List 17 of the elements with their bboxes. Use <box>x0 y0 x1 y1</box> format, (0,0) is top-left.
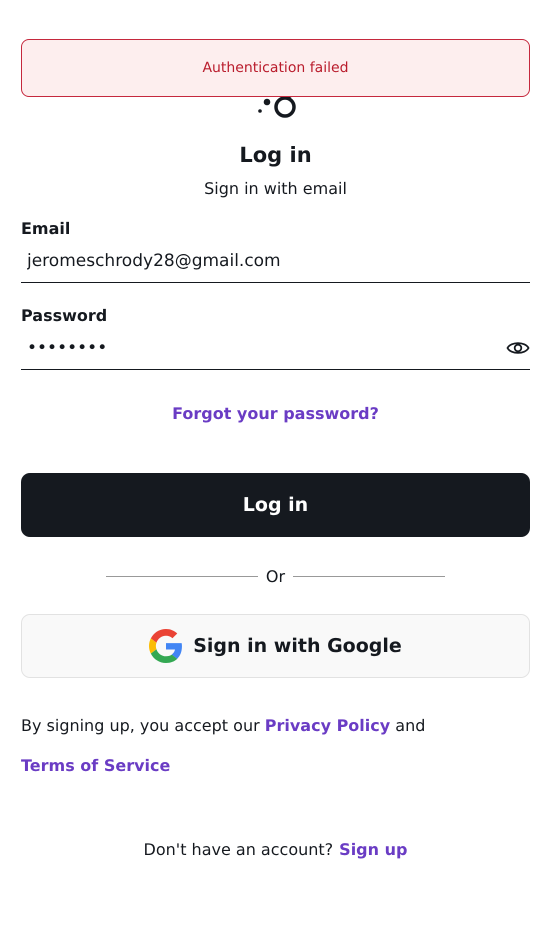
forgot-password-link[interactable]: Forgot your password? <box>172 404 379 423</box>
page-title: Log in <box>238 142 313 169</box>
password-field[interactable]: •••••••• <box>21 338 506 358</box>
legal-text: By signing up, you accept our Privacy Policy and Terms of Service <box>21 715 426 777</box>
field-label: Password <box>21 305 108 327</box>
google-icon <box>149 629 184 663</box>
signup-prompt: Don't have an account? <box>144 840 334 859</box>
error-toast: Authentication failed <box>21 39 530 97</box>
privacy-policy-link[interactable]: Privacy Policy <box>264 716 390 735</box>
terms-of-service-link[interactable]: Terms of Service <box>21 756 170 775</box>
email-field[interactable]: jeromeschrody28@gmail.com <box>21 251 530 271</box>
divider-text: Or <box>266 567 286 586</box>
sign-up-link[interactable]: Sign up <box>339 840 408 859</box>
field-label: Email <box>21 218 72 240</box>
subtitle: Sign in with email <box>203 178 348 200</box>
google-sign-in-button[interactable]: Sign in with Google <box>21 614 530 678</box>
login-button[interactable]: Log in <box>21 473 530 537</box>
